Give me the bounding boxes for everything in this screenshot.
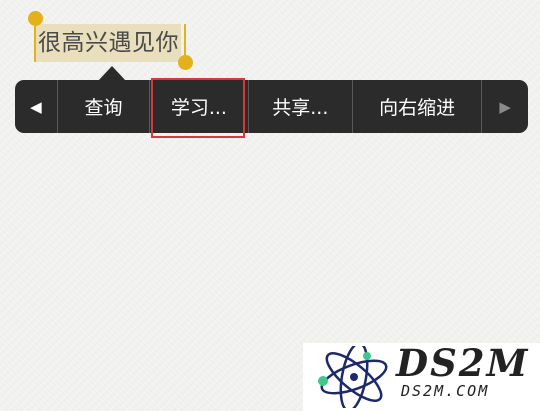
watermark-subtitle: DS2M.COM — [401, 382, 490, 400]
menu-prev-icon[interactable]: ◀ — [15, 80, 58, 133]
watermark: DS2M DS2M.COM — [303, 341, 540, 411]
selected-text: 很高兴遇见你 — [36, 24, 181, 62]
atom-logo-icon — [318, 346, 388, 408]
menu-item-lookup[interactable]: 查询 — [58, 80, 151, 133]
menu-item-indent-right[interactable]: 向右缩进 — [353, 80, 483, 133]
menu-item-share[interactable]: 共享... — [249, 80, 354, 133]
menu-next-icon[interactable]: ▶ — [482, 80, 528, 133]
selection-start-caret — [34, 22, 36, 62]
annotation-highlight-box — [151, 78, 245, 138]
selection-start-handle[interactable] — [28, 11, 43, 26]
edit-callout-menu: ◀ 查询 学习... 共享... 向右缩进 ▶ — [15, 80, 528, 133]
watermark-title: DS2M — [396, 341, 530, 385]
callout-pointer — [98, 66, 126, 81]
selection-end-handle[interactable] — [178, 55, 193, 70]
